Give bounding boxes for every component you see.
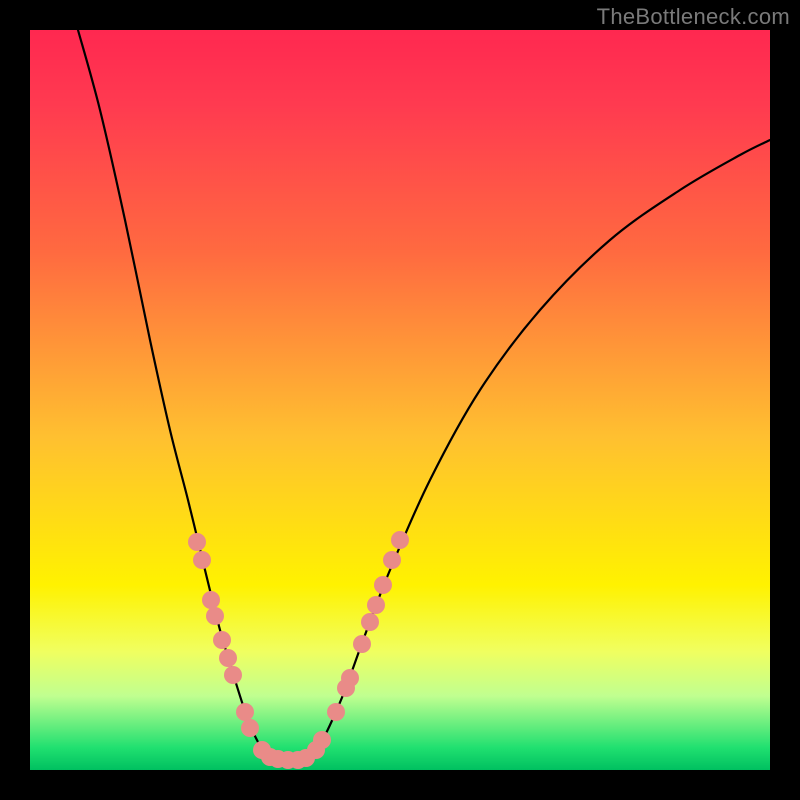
chart-canvas: TheBottleneck.com bbox=[0, 0, 800, 800]
marker-layer bbox=[188, 531, 409, 769]
watermark-text: TheBottleneck.com bbox=[597, 4, 790, 30]
data-point bbox=[202, 591, 220, 609]
data-point bbox=[219, 649, 237, 667]
data-point bbox=[353, 635, 371, 653]
data-point bbox=[236, 703, 254, 721]
bottleneck-curve bbox=[78, 30, 770, 760]
data-point bbox=[361, 613, 379, 631]
data-point bbox=[224, 666, 242, 684]
data-point bbox=[213, 631, 231, 649]
data-point bbox=[341, 669, 359, 687]
data-point bbox=[241, 719, 259, 737]
data-point bbox=[367, 596, 385, 614]
data-point bbox=[193, 551, 211, 569]
data-point bbox=[206, 607, 224, 625]
data-point bbox=[374, 576, 392, 594]
curve-layer bbox=[78, 30, 770, 760]
data-point bbox=[391, 531, 409, 549]
data-point bbox=[313, 731, 331, 749]
data-point bbox=[327, 703, 345, 721]
plot-area bbox=[30, 30, 770, 770]
chart-svg bbox=[30, 30, 770, 770]
data-point bbox=[188, 533, 206, 551]
data-point bbox=[383, 551, 401, 569]
